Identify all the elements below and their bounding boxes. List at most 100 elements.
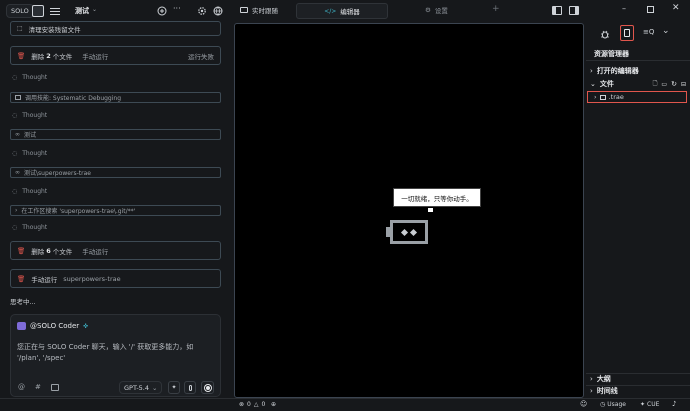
manual-run-card[interactable]: 🗑 手动运行 superpowers-trae — [10, 269, 221, 288]
broom-icon: ⬚ — [17, 25, 23, 32]
bell-icon[interactable]: ♪ — [672, 400, 676, 408]
thought-item[interactable]: ◌ Thought — [12, 112, 47, 119]
tab-label: 设置 — [434, 7, 448, 15]
chevron-down-icon[interactable]: ⌄ — [92, 6, 97, 13]
solo-mode-button[interactable]: SOLO — [6, 4, 34, 18]
thought-label: Thought — [22, 224, 48, 231]
view-dir-call[interactable]: ∞ 测试 — [10, 129, 221, 140]
robot-ear — [386, 227, 390, 237]
tab-label: 编辑器 — [340, 8, 360, 16]
card-prefix: 删除 — [31, 247, 45, 256]
bulb-icon: ◌ — [12, 150, 18, 157]
usage-button[interactable]: ◷ Usage — [600, 401, 626, 408]
timeline-section[interactable]: › 时间线 — [586, 385, 690, 396]
chevron-down-icon: ⌄ — [590, 80, 596, 88]
tab-live-follow[interactable]: 实时跟随 — [240, 5, 278, 15]
image-icon[interactable] — [51, 384, 59, 391]
maximize-icon[interactable] — [647, 6, 654, 13]
mention-button[interactable]: @ — [18, 383, 25, 391]
run-status: 运行失败 — [188, 52, 214, 61]
file-count: 6 — [46, 246, 51, 255]
gear-icon[interactable] — [196, 5, 208, 17]
robot-icon[interactable]: ☺ — [580, 400, 587, 408]
tab-editor[interactable]: </> 编辑器 — [296, 3, 388, 19]
layout-right-icon[interactable] — [569, 6, 579, 15]
thought-item[interactable]: ◌ Thought — [12, 224, 47, 231]
chat-composer[interactable]: @SOLO Coder ✜ 您正在与 SOLO Coder 聊天，输入 '/' … — [10, 314, 221, 397]
add-tab-button[interactable]: + — [492, 4, 500, 14]
menu-icon[interactable] — [50, 5, 60, 17]
glasses-icon: ∞ — [15, 169, 20, 176]
new-chat-icon[interactable] — [156, 5, 168, 17]
section-label: 时间线 — [596, 387, 618, 395]
error-count: 0 — [247, 401, 251, 408]
mic-icon — [188, 384, 192, 391]
search-list-icon[interactable]: ≡Q — [643, 28, 654, 36]
cue-button[interactable]: ✦ CUE — [640, 401, 659, 408]
section-label: 打开的编辑器 — [596, 67, 639, 75]
tab-settings[interactable]: ⚙ 设置 — [425, 5, 448, 15]
chevron-down-icon[interactable]: ⌄ — [662, 26, 670, 36]
monitor-icon — [240, 7, 248, 13]
warning-icon: △ — [253, 401, 259, 408]
card-text: 个文件 — [52, 52, 73, 61]
sparkle-button[interactable]: ✦ — [168, 381, 180, 394]
stop-button[interactable] — [201, 381, 214, 394]
bulb-icon: ◌ — [12, 188, 18, 195]
file-count: 2 — [46, 51, 51, 60]
open-editors-section[interactable]: › 打开的编辑器 — [586, 65, 690, 77]
thought-label: Thought — [22, 74, 48, 81]
more-icon[interactable]: ··· — [173, 4, 181, 13]
ports-icon[interactable]: ⊕ — [271, 401, 276, 408]
bulb-icon: ◌ — [12, 112, 18, 119]
close-icon[interactable]: ✕ — [672, 3, 680, 13]
view-dir-call[interactable]: ∞ 测试\superpowers-trae — [10, 167, 221, 178]
editor-area[interactable]: 一切就绪，只等你动手。 — [234, 23, 584, 398]
delete-files-card[interactable]: 🗑 删除 2 个文件 手动运行 运行失败 — [10, 46, 221, 65]
thought-item[interactable]: ◌ Thought — [12, 188, 47, 195]
files-icon[interactable] — [620, 25, 634, 41]
bug-icon[interactable] — [600, 29, 610, 39]
delete-files-card[interactable]: 🗑 删除 6 个文件 手动运行 — [10, 241, 221, 260]
tree-item-trae[interactable]: › .trae — [587, 91, 687, 103]
view-dir-text: 测试 — [24, 132, 37, 139]
section-label: 大纲 — [596, 375, 611, 383]
new-file-icon[interactable]: 🗋 — [653, 79, 658, 89]
skill-call[interactable]: 调用技能: Systematic Debugging — [10, 92, 221, 103]
outline-section[interactable]: › 大纲 — [586, 373, 690, 384]
explorer-panel: ≡Q ⌄ 资源管理器 › 打开的编辑器 ⌄ 文件 🗋 ▭ ↻ ⊟ › .trae… — [586, 23, 690, 398]
sidebar-toggle-icon[interactable] — [32, 5, 44, 17]
search-call[interactable]: › 在工作区搜索 'superpowers-trae\.git/**' — [10, 205, 221, 216]
folder-icon — [599, 94, 606, 100]
usage-label: Usage — [607, 401, 626, 408]
task-card[interactable]: ⬚ 清理安装残留文件 — [10, 21, 221, 36]
model-select[interactable]: GPT-5.4 ⌄ — [119, 381, 163, 394]
thought-item[interactable]: ◌ Thought — [12, 150, 47, 157]
error-icon: ⊗ — [239, 401, 245, 408]
sparkle-icon: ✜ — [83, 322, 89, 330]
problems-indicator[interactable]: ⊗ 0 △ 0 — [239, 401, 265, 408]
layout-left-icon[interactable] — [552, 6, 562, 15]
card-prefix: 手动运行 — [31, 275, 58, 284]
globe-settings-icon[interactable] — [212, 5, 224, 17]
minimize-icon[interactable]: – — [622, 4, 626, 13]
mic-button[interactable] — [184, 381, 196, 394]
search-text: 在工作区搜索 'superpowers-trae\.git/**' — [21, 208, 136, 215]
new-folder-icon[interactable]: ▭ — [661, 81, 667, 88]
hash-button[interactable]: # — [35, 383, 41, 391]
session-title[interactable]: 测试 — [75, 6, 89, 16]
bulb-icon: ◌ — [12, 224, 18, 231]
thought-item[interactable]: ◌ Thought — [12, 74, 47, 81]
refresh-icon[interactable]: ↻ — [671, 80, 677, 88]
files-section[interactable]: ⌄ 文件 🗋 ▭ ↻ ⊟ — [586, 78, 690, 90]
trash-icon: 🗑 — [17, 274, 26, 283]
agent-mention[interactable]: @SOLO Coder ✜ — [17, 322, 88, 330]
sparkle-icon: ✦ — [640, 401, 646, 408]
cue-label: CUE — [647, 401, 660, 408]
card-text: 个文件 — [52, 247, 73, 256]
editor-tab-bar: 实时跟随 </> 编辑器 ⚙ 设置 + — [230, 0, 586, 23]
robot-mascot-icon — [390, 220, 428, 244]
view-dir-text: 测试\superpowers-trae — [24, 170, 91, 177]
chat-input[interactable]: 您正在与 SOLO Coder 聊天，输入 '/' 获取更多能力，如 '/pla… — [17, 342, 215, 364]
collapse-icon[interactable]: ⊟ — [681, 81, 686, 88]
